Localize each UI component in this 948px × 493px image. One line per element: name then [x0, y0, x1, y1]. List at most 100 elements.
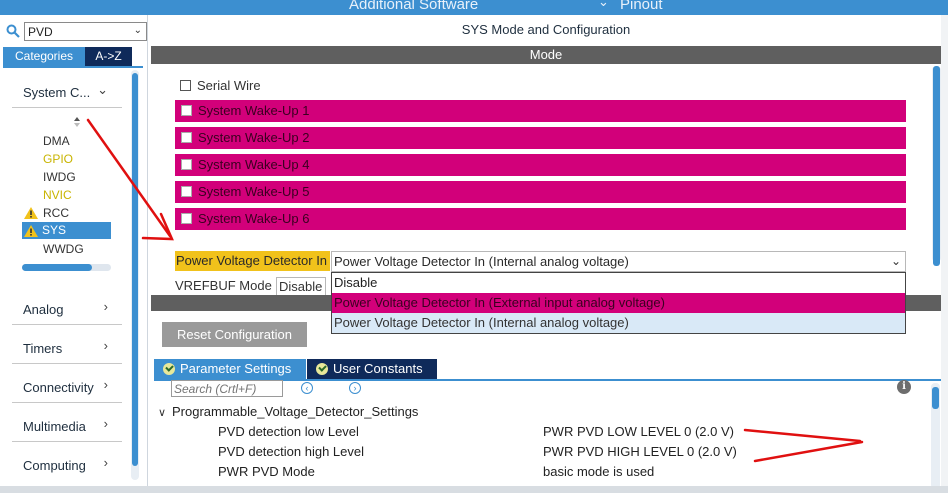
tree-item-nvic[interactable]: NVIC — [43, 188, 72, 202]
scrollbar-thumb[interactable] — [932, 387, 939, 409]
checkbox-label: System Wake-Up 6 — [198, 211, 310, 226]
wakeup-1-checkbox[interactable]: System Wake-Up 1 — [175, 100, 906, 122]
pvd-select[interactable]: Power Voltage Detector In (Internal anal… — [331, 251, 906, 272]
tree-item-label: SYS — [42, 223, 67, 237]
chevron-right-icon: › — [103, 377, 108, 392]
param-value[interactable]: PWR PVD HIGH LEVEL 0 (2.0 V) — [543, 444, 737, 459]
group-label: Multimedia — [23, 419, 86, 434]
check-circle-icon — [163, 363, 175, 375]
tab-categories[interactable]: Categories — [3, 47, 85, 66]
group-system-core[interactable]: System C... ⌄ — [12, 78, 122, 108]
group-analog[interactable]: Analog › — [12, 295, 122, 325]
param-name: PVD detection low Level — [218, 424, 359, 439]
wakeup-5-checkbox[interactable]: System Wake-Up 5 — [175, 181, 906, 203]
param-name: PWR PVD Mode — [218, 464, 315, 479]
parameter-search-input[interactable] — [171, 380, 283, 397]
group-label: Connectivity — [23, 380, 94, 395]
checkbox-icon[interactable] — [181, 159, 192, 170]
chevron-down-icon[interactable]: ⌄ — [891, 252, 901, 271]
mode-header: Mode — [151, 46, 941, 64]
checkbox-icon[interactable] — [181, 186, 192, 197]
chevron-down-icon[interactable]: ⌄ — [598, 0, 609, 10]
tree-item-rcc[interactable]: RCC — [43, 206, 69, 220]
wakeup-2-checkbox[interactable]: System Wake-Up 2 — [175, 127, 906, 149]
checkbox-label: System Wake-Up 1 — [198, 103, 310, 118]
group-computing[interactable]: Computing › — [12, 451, 122, 481]
mode-panel: Serial Wire System Wake-Up 1 System Wake… — [151, 64, 941, 334]
tree-item-dma[interactable]: DMA — [43, 134, 70, 148]
wakeup-6-checkbox[interactable]: System Wake-Up 6 — [175, 208, 906, 230]
chevron-down-icon[interactable]: ⌄ — [134, 25, 142, 36]
horizontal-scrollbar[interactable] — [22, 264, 111, 271]
checkbox-icon[interactable] — [180, 80, 191, 91]
tab-label: Parameter Settings — [180, 361, 292, 376]
dropdown-option-internal[interactable]: Power Voltage Detector In (Internal anal… — [332, 313, 905, 333]
pvd-dropdown-list: Disable Power Voltage Detector In (Exter… — [331, 272, 906, 334]
scrollbar-thumb[interactable] — [132, 73, 138, 466]
main-panel: SYS Mode and Configuration Mode Serial W… — [151, 15, 941, 493]
param-value[interactable]: basic mode is used — [543, 464, 654, 479]
group-label: Computing — [23, 458, 86, 473]
checkbox-label: System Wake-Up 2 — [198, 130, 310, 145]
search-input-value: PVD — [28, 25, 53, 39]
scrollbar-thumb[interactable] — [22, 264, 92, 271]
parameter-group-label: Programmable_Voltage_Detector_Settings — [172, 404, 419, 419]
vertical-scrollbar[interactable] — [932, 66, 941, 266]
serial-wire-checkbox[interactable]: Serial Wire — [180, 78, 261, 93]
checkbox-icon[interactable] — [181, 213, 192, 224]
tab-label: User Constants — [333, 361, 423, 376]
chevron-down-icon[interactable]: ∨ — [158, 406, 172, 419]
configuration-panel: Reset Configuration Parameter Settings U… — [151, 311, 941, 493]
info-icon[interactable]: i — [897, 380, 911, 394]
tree-item-iwdg[interactable]: IWDG — [43, 170, 76, 184]
chevron-right-icon: › — [103, 455, 108, 470]
parameter-group[interactable]: ∨ Programmable_Voltage_Detector_Settings — [158, 404, 418, 419]
group-connectivity[interactable]: Connectivity › — [12, 373, 122, 403]
previous-icon[interactable]: ‹ — [301, 382, 313, 394]
tree-item-gpio[interactable]: GPIO — [43, 152, 73, 166]
tab-parameter-settings[interactable]: Parameter Settings — [154, 359, 306, 379]
wakeup-4-checkbox[interactable]: System Wake-Up 4 — [175, 154, 906, 176]
group-label: Analog — [23, 302, 64, 317]
window-edge — [941, 15, 948, 486]
dropdown-option-disable[interactable]: Disable — [332, 273, 905, 293]
tab-pinout[interactable]: Pinout — [620, 0, 663, 13]
checkbox-label: Serial Wire — [197, 78, 261, 93]
group-timers[interactable]: Timers › — [12, 334, 122, 364]
tab-user-constants[interactable]: User Constants — [307, 359, 437, 379]
chevron-right-icon: › — [103, 338, 108, 353]
vrefbuf-label: VREFBUF Mode — [175, 278, 272, 293]
warning-icon — [24, 225, 38, 237]
scrollbar-thumb[interactable] — [933, 66, 940, 266]
search-row: PVD ⌄ — [4, 22, 147, 41]
chevron-right-icon: › — [103, 299, 108, 314]
param-name: PVD detection high Level — [218, 444, 364, 459]
checkbox-label: System Wake-Up 4 — [198, 157, 310, 172]
search-icon[interactable] — [6, 24, 20, 38]
next-icon[interactable]: › — [349, 382, 361, 394]
vrefbuf-select[interactable]: Disable — [276, 277, 326, 297]
page-title: SYS Mode and Configuration — [461, 22, 631, 37]
warning-icon — [24, 207, 38, 219]
tab-a-z[interactable]: A->Z — [85, 47, 132, 66]
top-toolbar: Additional Software ⌄ Pinout — [0, 0, 948, 15]
checkbox-label: System Wake-Up 5 — [198, 184, 310, 199]
param-value[interactable]: PWR PVD LOW LEVEL 0 (2.0 V) — [543, 424, 734, 439]
sort-icon[interactable] — [73, 116, 81, 128]
vertical-scrollbar[interactable] — [931, 383, 940, 489]
vertical-scrollbar[interactable] — [131, 70, 139, 480]
chevron-down-icon: ⌄ — [97, 82, 108, 97]
search-input[interactable]: PVD ⌄ — [24, 22, 147, 41]
check-circle-icon — [316, 363, 328, 375]
checkbox-icon[interactable] — [181, 132, 192, 143]
tab-additional-software[interactable]: Additional Software — [349, 0, 478, 13]
dropdown-option-external[interactable]: Power Voltage Detector In (External inpu… — [332, 293, 905, 313]
reset-configuration-button[interactable]: Reset Configuration — [162, 322, 307, 347]
chevron-right-icon: › — [103, 416, 108, 431]
checkbox-icon[interactable] — [181, 105, 192, 116]
group-label: System C... — [23, 85, 91, 100]
group-multimedia[interactable]: Multimedia › — [12, 412, 122, 442]
group-label: Timers — [23, 341, 63, 356]
tree-item-wwdg[interactable]: WWDG — [43, 242, 84, 256]
status-strip — [0, 486, 948, 493]
